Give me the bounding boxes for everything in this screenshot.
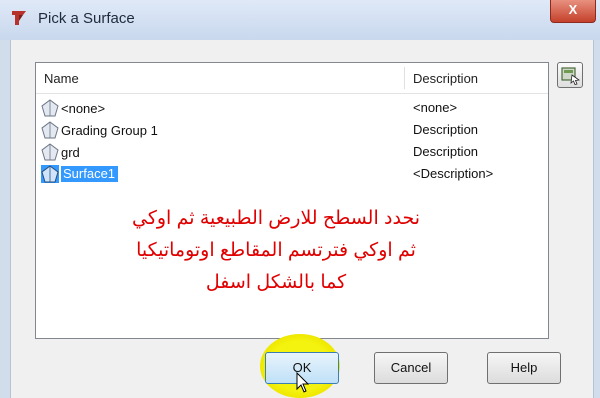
row-description: <Description> <box>413 166 494 181</box>
row-description: Description <box>413 144 479 159</box>
surface-icon <box>41 121 59 139</box>
list-header: Name Description <box>36 63 548 94</box>
list-row-grading-group-1[interactable]: Grading Group 1 Description <box>36 119 548 141</box>
surface-icon <box>41 165 59 183</box>
row-description: <none> <box>413 100 458 115</box>
help-button[interactable]: Help <box>487 352 561 384</box>
list-row-none[interactable]: <none> <none> <box>36 97 548 119</box>
surface-icon <box>41 99 59 117</box>
row-name: Surface1 <box>61 166 119 182</box>
window-title: Pick a Surface <box>38 10 135 27</box>
column-header-description[interactable]: Description <box>413 71 478 86</box>
pick-surface-icon <box>561 67 581 85</box>
mouse-cursor-icon <box>296 372 310 393</box>
window-frame-left <box>0 40 10 398</box>
row-name: Grading Group 1 <box>61 122 158 138</box>
row-description: Description <box>413 122 479 137</box>
close-button[interactable]: X <box>550 0 596 23</box>
column-divider[interactable] <box>404 67 405 89</box>
surface-icon <box>41 143 59 161</box>
pick-from-drawing-button[interactable] <box>557 62 583 88</box>
row-name: <none> <box>61 100 106 116</box>
list-row-surface1[interactable]: Surface1 <Description> <box>36 163 548 185</box>
cancel-button[interactable]: Cancel <box>374 352 448 384</box>
civil3d-app-icon <box>12 11 26 25</box>
column-header-name[interactable]: Name <box>44 71 79 86</box>
surface-list[interactable]: Name Description <none> <none> Grading G… <box>35 62 549 339</box>
arabic-annotation: نحدد السطح للارض الطبيعية ثم اوكي ثم اوك… <box>41 203 511 299</box>
row-name: grd <box>61 144 80 160</box>
title-bar[interactable]: Pick a Surface X <box>0 0 600 41</box>
list-row-grd[interactable]: grd Description <box>36 141 548 163</box>
annotation-line: ثم اوكي فترتسم المقاطع اوتوماتيكيا <box>136 240 416 261</box>
annotation-line: كما بالشكل اسفل <box>205 272 347 293</box>
annotation-line: نحدد السطح للارض الطبيعية ثم اوكي <box>132 208 420 229</box>
